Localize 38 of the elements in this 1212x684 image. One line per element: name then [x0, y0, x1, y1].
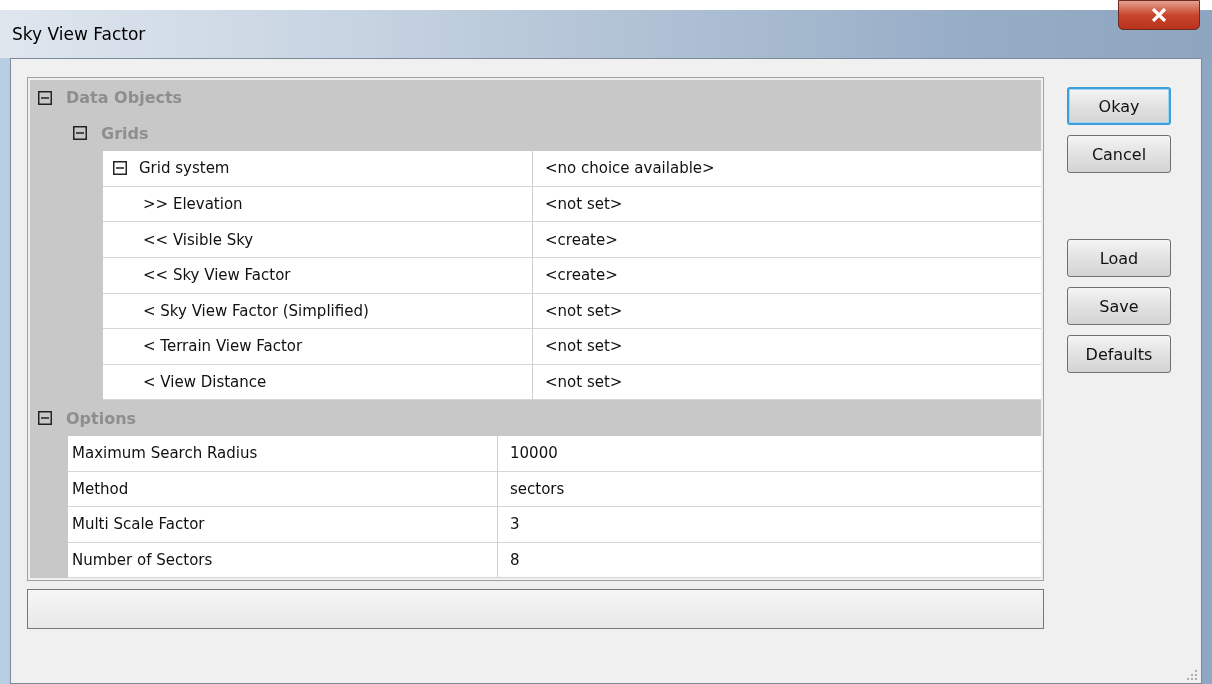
dialog-button[interactable]: Load — [1067, 239, 1171, 277]
close-button[interactable] — [1118, 0, 1200, 30]
property-value[interactable]: 3 — [498, 507, 1041, 543]
property-name: << Sky View Factor — [143, 266, 291, 285]
property-name: << Visible Sky — [143, 230, 254, 249]
property-value[interactable]: 8 — [498, 542, 1041, 579]
property-value[interactable]: <not set> — [533, 364, 1041, 401]
property-name: Grid system — [139, 159, 230, 178]
property-value[interactable]: sectors — [498, 471, 1041, 508]
category-label: Options — [66, 408, 137, 428]
property-name: < Terrain View Factor — [143, 337, 303, 356]
dialog-button[interactable]: Save — [1067, 287, 1171, 325]
property-value[interactable]: <not set> — [533, 293, 1041, 330]
collapse-icon[interactable] — [38, 90, 52, 105]
property-value[interactable]: <not set> — [533, 186, 1041, 223]
dialog-button[interactable]: Okay — [1067, 87, 1171, 125]
property-name: Method — [72, 479, 129, 498]
category-label: Grids — [101, 123, 149, 143]
property-value[interactable]: 10000 — [498, 435, 1041, 472]
property-name: Number of Sectors — [72, 551, 213, 569]
dialog-button[interactable]: Cancel — [1067, 135, 1171, 173]
property-name: Maximum Search Radius — [72, 444, 258, 463]
property-name: < Sky View Factor (Simplified) — [143, 301, 369, 320]
property-value[interactable]: <create> — [533, 257, 1041, 294]
property-value[interactable]: <no choice available> — [533, 151, 1041, 187]
property-name: Multi Scale Factor — [72, 515, 205, 534]
collapse-icon[interactable] — [113, 161, 127, 176]
property-name: >> Elevation — [143, 195, 243, 214]
resize-grip-icon[interactable] — [1186, 668, 1198, 680]
collapse-icon[interactable] — [73, 126, 87, 141]
property-name: < View Distance — [143, 373, 267, 392]
property-value[interactable]: <not set> — [533, 329, 1041, 365]
collapse-icon[interactable] — [38, 411, 52, 426]
property-value[interactable]: <create> — [533, 222, 1041, 258]
close-icon — [1151, 8, 1167, 22]
window-title: Sky View Factor — [12, 24, 146, 44]
category-label: Data Objects — [66, 88, 183, 108]
dialog-button[interactable]: Defaults — [1067, 335, 1171, 373]
